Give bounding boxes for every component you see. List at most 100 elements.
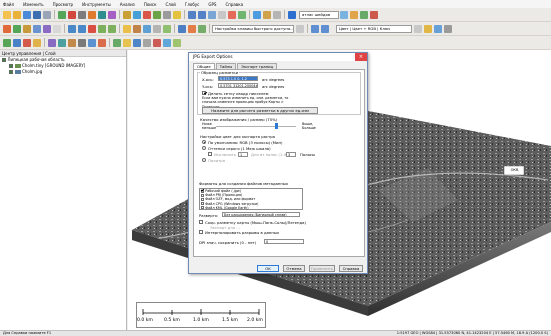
- checkbox-icon[interactable]: [201, 202, 205, 206]
- search-icon[interactable]: [288, 10, 296, 19]
- vector-icon[interactable]: [198, 24, 206, 33]
- waypoint-icon[interactable]: [33, 38, 41, 47]
- checkbox-icon[interactable]: [9, 64, 13, 68]
- save-icon[interactable]: [23, 10, 31, 19]
- layer-up-icon[interactable]: [311, 24, 319, 33]
- cancel-button[interactable]: Отмена: [283, 265, 305, 272]
- projection-dropdown[interactable]: Настройка клавиш быстрого доступа...: [212, 24, 294, 33]
- settings-icon[interactable]: [273, 10, 281, 19]
- keep-square-checkbox[interactable]: [202, 90, 206, 95]
- band-to-input[interactable]: 3: [286, 151, 296, 157]
- paste-icon[interactable]: [78, 24, 86, 33]
- zoom-out-icon[interactable]: [198, 10, 206, 19]
- menu-edit[interactable]: Изменить: [23, 2, 44, 7]
- scale-toggle-icon[interactable]: [133, 38, 141, 47]
- quality-slider-track[interactable]: [216, 126, 296, 127]
- exclude-checkbox[interactable]: [208, 152, 212, 156]
- menu-view[interactable]: Просмотр: [53, 2, 74, 7]
- checkbox-icon[interactable]: [201, 193, 205, 197]
- pencil-icon[interactable]: [23, 24, 31, 33]
- tile-icon[interactable]: [178, 24, 186, 33]
- checkbox-icon[interactable]: [201, 189, 205, 193]
- layer-item[interactable]: Cholm.jpg: [0, 69, 126, 75]
- fire-icon[interactable]: [98, 38, 106, 47]
- menu-globe[interactable]: Глобус: [185, 2, 199, 7]
- export-icon[interactable]: [88, 10, 96, 19]
- redo-icon[interactable]: [108, 24, 116, 33]
- open-folder-icon[interactable]: [13, 10, 21, 19]
- highlight-icon[interactable]: [173, 10, 181, 19]
- text-tool-icon[interactable]: [163, 10, 171, 19]
- north-arrow-icon[interactable]: [153, 38, 161, 47]
- source-dropdown[interactable]: Цвет | Цвет + RGB | Ключ: [336, 24, 412, 33]
- pan-icon[interactable]: [208, 10, 216, 19]
- metadata-listbox[interactable]: Рабочий файл (.jgw) Файл PRJ (Проекция) …: [199, 188, 303, 210]
- info-icon[interactable]: [434, 24, 442, 33]
- vertex-icon[interactable]: [3, 24, 11, 33]
- terrain-icon[interactable]: [133, 24, 141, 33]
- print-icon[interactable]: [43, 10, 51, 19]
- search-field[interactable]: атлас шейдов: [299, 10, 339, 19]
- shader-icon[interactable]: [263, 10, 271, 19]
- measure-icon[interactable]: [123, 10, 131, 19]
- save-grid-checkbox[interactable]: [199, 220, 203, 224]
- menu-layer[interactable]: Слой: [165, 2, 175, 7]
- calc-spacing-button[interactable]: Нажмите для расчета разметки в других ед…: [202, 107, 318, 114]
- menu-help[interactable]: Справка: [225, 2, 243, 7]
- reload-icon[interactable]: [360, 10, 368, 19]
- draw-line-icon[interactable]: [143, 10, 151, 19]
- x-spacing-input[interactable]: 0.573 1.0 0. 1.2: [218, 76, 258, 81]
- metadata-item[interactable]: Файл KML (Google Earth): [200, 206, 302, 210]
- copy-icon[interactable]: [68, 24, 76, 33]
- more-icon[interactable]: [444, 24, 452, 33]
- label-toggle-icon[interactable]: [123, 38, 131, 47]
- quality-slider-thumb[interactable]: [274, 123, 278, 129]
- save-as-icon[interactable]: [33, 10, 41, 19]
- chevron-down-icon[interactable]: [414, 24, 422, 33]
- menu-tools[interactable]: Инструменты: [82, 2, 111, 7]
- checkbox-icon[interactable]: [201, 206, 205, 210]
- pointer-icon[interactable]: [133, 10, 141, 19]
- apply-button[interactable]: Применить: [309, 265, 335, 272]
- zoom-in-icon[interactable]: [188, 10, 196, 19]
- help-button[interactable]: Справка: [339, 265, 363, 272]
- checkbox-icon[interactable]: [2, 58, 6, 62]
- full-extent-icon[interactable]: [218, 10, 226, 19]
- delete-icon[interactable]: [88, 24, 96, 33]
- grid-icon[interactable]: [253, 10, 261, 19]
- interpolate-checkbox[interactable]: [199, 230, 203, 234]
- watershed-icon[interactable]: [88, 38, 96, 47]
- palette-radio[interactable]: [202, 158, 206, 162]
- menu-search[interactable]: Поиск: [144, 2, 157, 7]
- dialog-titlebar[interactable]: JPG Export Options ×: [189, 53, 367, 61]
- star-icon[interactable]: [424, 24, 432, 33]
- grid-toggle-icon[interactable]: [113, 38, 121, 47]
- grayscale-radio[interactable]: [202, 146, 206, 150]
- next-view-icon[interactable]: [238, 10, 246, 19]
- play-icon[interactable]: [3, 38, 11, 47]
- point-icon[interactable]: [13, 24, 21, 33]
- layer-props-icon[interactable]: [78, 10, 86, 19]
- legend-toggle-icon[interactable]: [143, 38, 151, 47]
- record-icon[interactable]: [23, 38, 31, 47]
- overview-icon[interactable]: [163, 38, 171, 47]
- dpi-input[interactable]: 0: [264, 239, 304, 244]
- new-workspace-icon[interactable]: [3, 10, 11, 19]
- find-next-icon[interactable]: [340, 10, 348, 19]
- draw-area-icon[interactable]: [153, 10, 161, 19]
- previous-view-icon[interactable]: [228, 10, 236, 19]
- undo-icon[interactable]: [98, 24, 106, 33]
- lasso-icon[interactable]: [43, 24, 51, 33]
- ok-button[interactable]: OK: [257, 265, 279, 272]
- hillshade-icon[interactable]: [78, 38, 86, 47]
- checkbox-icon[interactable]: [201, 197, 205, 202]
- viewshed-icon[interactable]: [58, 38, 66, 47]
- camera-icon[interactable]: [13, 38, 21, 47]
- profile-icon[interactable]: [48, 38, 56, 47]
- stop-icon[interactable]: [370, 10, 378, 19]
- contour-icon[interactable]: [153, 24, 161, 33]
- remove-layer-icon[interactable]: [68, 10, 76, 19]
- resolution-dropdown[interactable]: Без расширения (Бинарный сплав): [222, 212, 300, 217]
- raster-icon[interactable]: [188, 24, 196, 33]
- close-button[interactable]: ×: [355, 53, 367, 61]
